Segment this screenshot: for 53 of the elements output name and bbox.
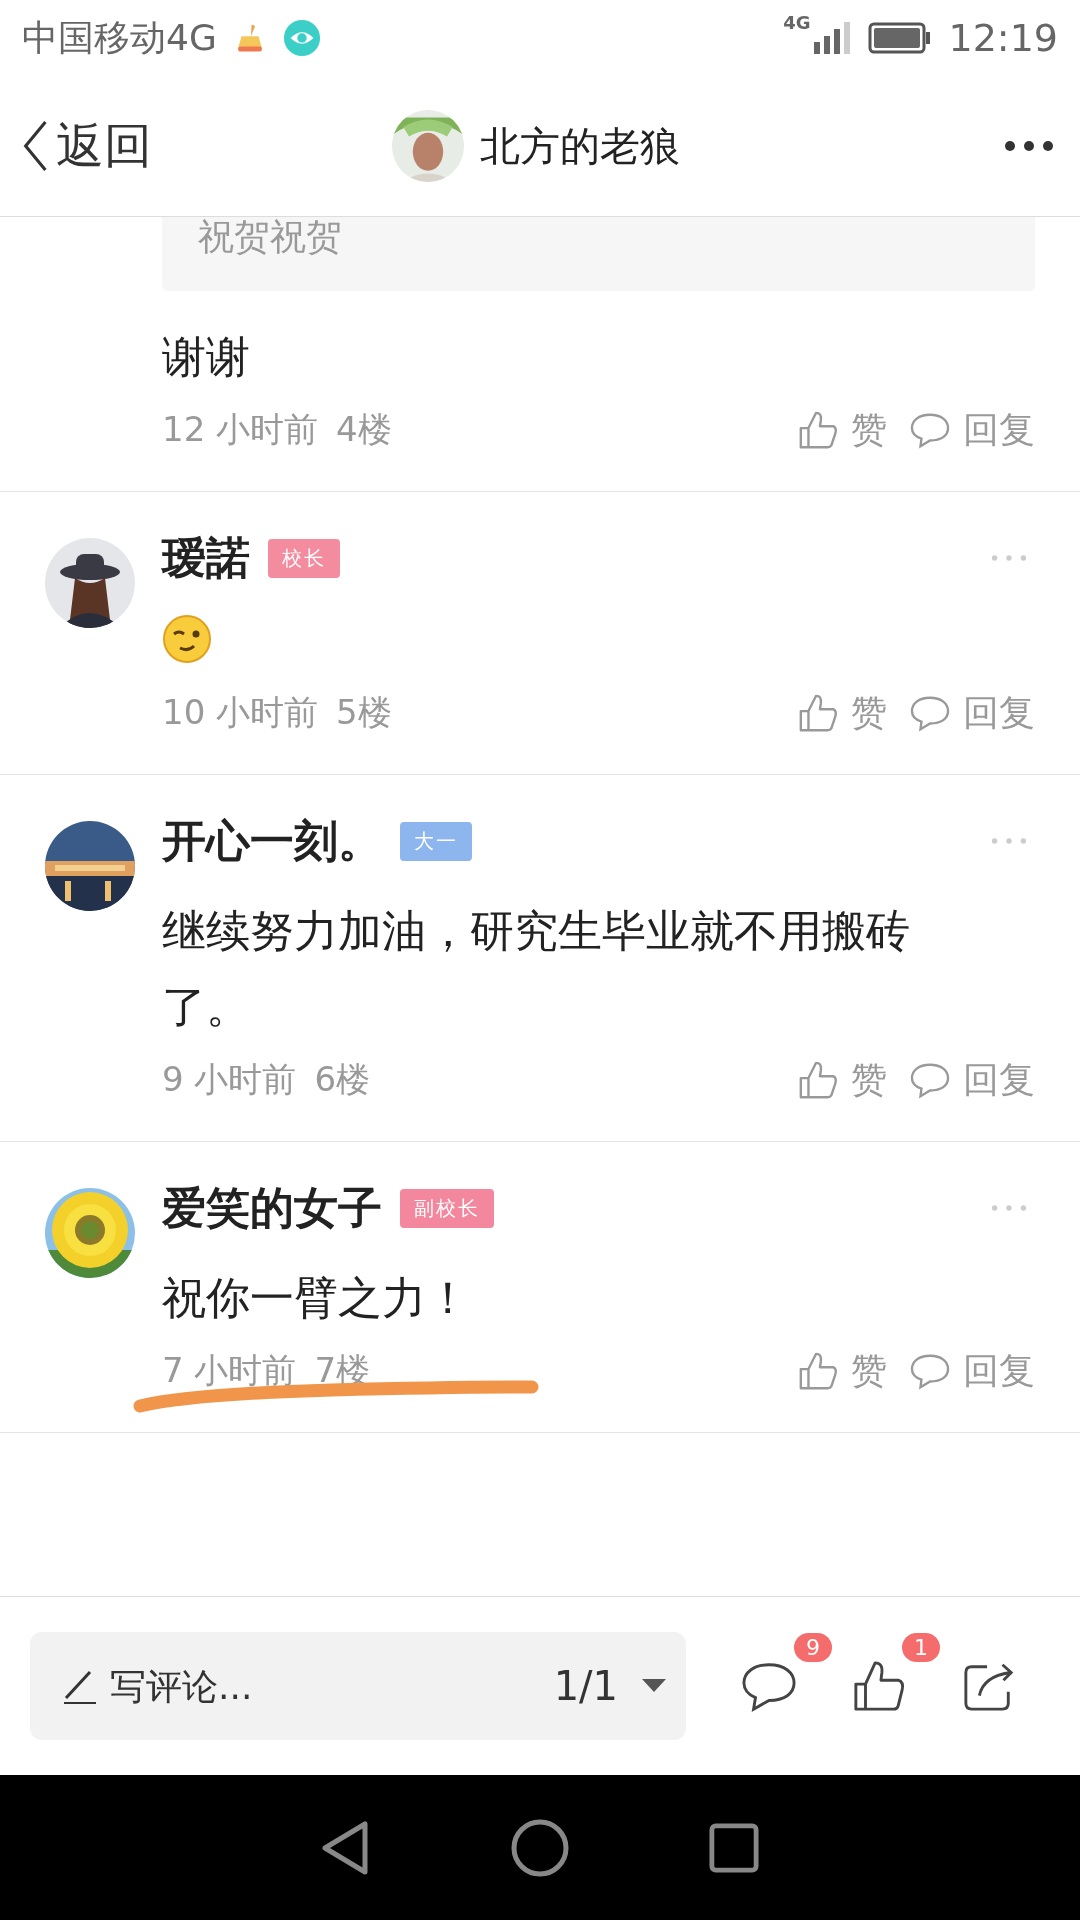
more-icon[interactable] <box>1004 140 1054 152</box>
post-time: 10 小时前 <box>162 691 319 734</box>
chevron-left-icon <box>22 120 48 172</box>
user-name[interactable]: 瑷諾 <box>162 528 250 588</box>
eye-icon <box>282 19 321 57</box>
thumbs-up-icon <box>797 1350 839 1392</box>
thumbs-up-icon <box>797 409 839 451</box>
post-time: 9 小时前 <box>162 1058 297 1101</box>
caret-icon[interactable] <box>642 1679 666 1693</box>
post-time: 12 小时前 <box>162 408 319 451</box>
quote-text: 祝贺祝贺 <box>198 217 342 257</box>
battery-icon <box>868 22 933 54</box>
like-button[interactable]: 赞 <box>797 1346 887 1396</box>
back-button[interactable]: 返回 <box>22 114 152 178</box>
like-button[interactable]: 赞 <box>797 405 887 455</box>
speech-bubble-icon <box>909 411 951 449</box>
signal-icon <box>812 20 853 56</box>
comment-text: 祝你一臂之力！ <box>162 1271 471 1325</box>
like-button[interactable]: 赞 <box>797 1055 887 1105</box>
carrier-name: 中国移动4G <box>22 15 217 60</box>
home-icon[interactable] <box>511 1818 569 1877</box>
reply-button[interactable]: 回复 <box>909 1346 1035 1396</box>
reply-button[interactable]: 回复 <box>909 1055 1035 1105</box>
count-badge: 1 <box>902 1633 940 1662</box>
rank-tag: 大一 <box>400 821 472 861</box>
speech-bubble-icon <box>909 1352 951 1390</box>
page-indicator[interactable]: 1/1 <box>553 1663 618 1709</box>
recent-apps-icon[interactable] <box>709 1822 759 1873</box>
post-time: 7 小时前 <box>162 1349 297 1392</box>
speech-bubble-icon <box>909 694 951 732</box>
status-time: 12:19 <box>948 16 1058 60</box>
rank-tag: 副校长 <box>400 1188 494 1228</box>
count-badge: 9 <box>794 1633 832 1662</box>
thumbs-up-icon <box>797 1059 839 1101</box>
thumbs-up-icon <box>797 692 839 734</box>
comment-text: 谢谢 <box>162 330 251 384</box>
floor-number: 6楼 <box>314 1058 371 1101</box>
user-name[interactable]: 爱笑的女子 <box>162 1178 382 1238</box>
network-label: 4G <box>783 12 811 33</box>
page-title: 北方的老狼 <box>480 121 680 171</box>
wink-emoji-icon <box>162 614 212 664</box>
like-button[interactable]: 赞 <box>797 688 887 738</box>
reply-button[interactable]: 回复 <box>909 405 1035 455</box>
floor-number: 4楼 <box>336 408 392 451</box>
thumbs-up-icon[interactable] <box>852 1659 906 1713</box>
reply-button[interactable]: 回复 <box>909 688 1035 738</box>
comment-text: 继续努力加油，研究生毕业就不用搬砖了。 <box>162 904 911 1034</box>
back-icon[interactable] <box>321 1819 371 1876</box>
comment-field[interactable]: 写评论... 1/1 <box>30 1632 686 1740</box>
rank-tag: 校长 <box>268 538 340 578</box>
floor-number: 5楼 <box>336 691 392 734</box>
user-name[interactable]: 开心一刻。 <box>162 811 382 871</box>
speech-bubble-icon <box>909 1061 951 1099</box>
